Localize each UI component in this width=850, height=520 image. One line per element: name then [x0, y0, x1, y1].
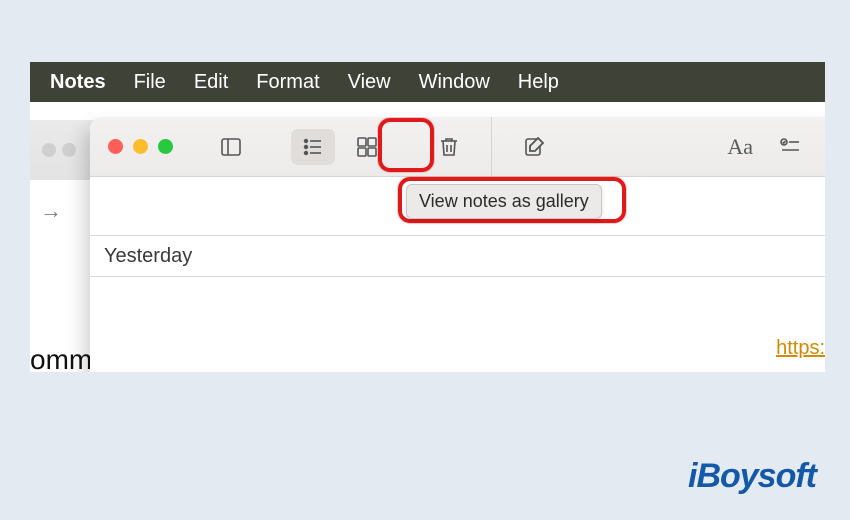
grid-icon	[355, 135, 379, 159]
list-section-header: Yesterday	[90, 235, 825, 277]
menu-edit[interactable]: Edit	[194, 71, 228, 94]
window-controls	[108, 139, 173, 154]
bg-dot	[62, 143, 76, 157]
link-fragment[interactable]: https:	[776, 337, 825, 360]
checklist-button[interactable]	[773, 129, 807, 165]
background-text-fragment: omm	[30, 344, 92, 372]
watermark-brand: iBoysoft	[688, 457, 816, 496]
panel-left-icon	[219, 135, 243, 159]
gallery-view-button[interactable]	[345, 129, 389, 165]
trash-icon	[437, 135, 461, 159]
compose-icon	[522, 135, 546, 159]
list-view-button[interactable]	[291, 129, 335, 165]
menu-file[interactable]: File	[134, 71, 166, 94]
menu-help[interactable]: Help	[518, 71, 559, 94]
mac-menubar: Notes File Edit Format View Window Help	[30, 62, 825, 102]
menu-window[interactable]: Window	[419, 71, 490, 94]
back-arrow-icon: →	[40, 198, 62, 224]
fullscreen-button[interactable]	[158, 139, 173, 154]
format-button[interactable]: Aa	[717, 129, 763, 165]
close-button[interactable]	[108, 139, 123, 154]
notes-window: Aa View notes as gallery Yesterday https…	[90, 117, 825, 372]
menu-format[interactable]: Format	[256, 71, 319, 94]
screenshot-region: Notes File Edit Format View Window Help …	[30, 62, 825, 372]
tooltip: View notes as gallery	[406, 184, 602, 219]
menu-app[interactable]: Notes	[50, 71, 106, 94]
menu-view[interactable]: View	[348, 71, 391, 94]
minimize-button[interactable]	[133, 139, 148, 154]
toolbar-divider	[491, 117, 492, 177]
bg-dot	[42, 143, 56, 157]
list-icon	[301, 135, 325, 159]
checklist-icon	[778, 135, 802, 159]
notes-toolbar: Aa	[90, 117, 825, 177]
delete-button[interactable]	[427, 129, 471, 165]
toggle-sidebar-button[interactable]	[209, 129, 253, 165]
new-note-button[interactable]	[512, 129, 556, 165]
